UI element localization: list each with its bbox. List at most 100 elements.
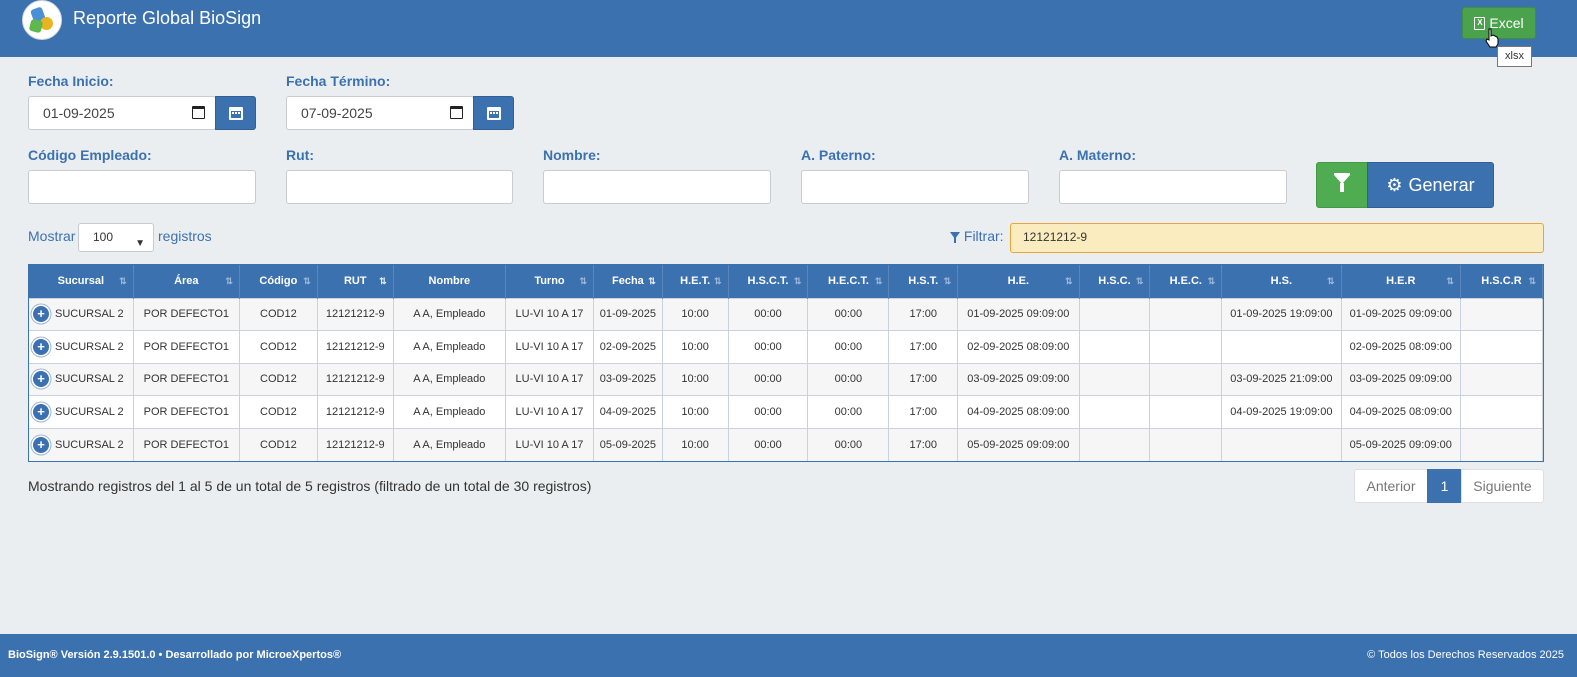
table-cell: 00:00 <box>807 362 890 396</box>
table-cell: 10:00 <box>662 395 729 429</box>
nombre-field[interactable] <box>543 170 771 204</box>
column-header-label: Código <box>259 275 298 288</box>
page-size-select[interactable]: 100 ▼ <box>78 223 154 252</box>
cell-value: 00:00 <box>754 438 782 451</box>
table-cell: 03-09-2025 09:09:00 <box>957 362 1080 396</box>
table-cell: 17:00 <box>888 427 959 461</box>
table-cell: + SUCURSAL 2 <box>29 330 134 364</box>
column-header[interactable]: Nombre <box>393 265 506 298</box>
table-cell: POR DEFECTO1 <box>133 395 240 429</box>
cell-value: A A, Empleado <box>413 406 486 419</box>
column-header[interactable]: H.S.C. ⇅ <box>1079 265 1151 298</box>
table-cell: A A, Empleado <box>393 362 506 396</box>
gears-icon: ⚙ <box>1386 174 1403 195</box>
table-cell: + SUCURSAL 2 <box>29 297 134 331</box>
table-cell: 03-09-2025 21:09:00 <box>1221 362 1342 396</box>
expand-row-icon[interactable]: + <box>33 306 49 323</box>
expand-row-icon[interactable]: + <box>33 338 49 355</box>
table-cell <box>1149 330 1223 364</box>
table-cell: 03-09-2025 <box>593 362 663 396</box>
cell-value: 12121212-9 <box>325 308 385 321</box>
table-cell: 17:00 <box>888 395 959 429</box>
fecha-inicio-label: Fecha Inicio: <box>28 73 114 89</box>
excel-tooltip: xlsx <box>1497 46 1532 67</box>
column-header[interactable]: RUT ⇅ <box>317 265 394 298</box>
table-cell: 10:00 <box>662 427 729 461</box>
column-header[interactable]: Sucursal ⇅ <box>29 265 134 298</box>
table-cell: POR DEFECTO1 <box>133 362 240 396</box>
cell-value: 00:00 <box>834 438 863 451</box>
table-row[interactable]: + SUCURSAL 2 POR DEFECTO1 COD12 12121212-9 A … <box>29 362 1544 396</box>
table-cell: POR DEFECTO1 <box>133 427 240 461</box>
pagination-next[interactable]: Siguiente <box>1461 469 1544 503</box>
column-header[interactable]: H.E.C.T. ⇅ <box>807 265 890 298</box>
table-cell: + SUCURSAL 2 <box>29 362 134 396</box>
fecha-inicio-input[interactable]: 01-09-2025 <box>28 96 216 130</box>
filtrar-label-group: Filtrar: <box>950 228 1004 244</box>
codigo-empleado-field[interactable] <box>28 170 256 204</box>
column-header[interactable]: Código ⇅ <box>239 265 318 298</box>
table-cell <box>1079 395 1151 429</box>
table-cell: 04-09-2025 08:09:00 <box>957 395 1080 429</box>
filter-toggle-button[interactable] <box>1316 162 1368 208</box>
table-cell: 00:00 <box>728 395 809 429</box>
column-header[interactable]: Área ⇅ <box>133 265 240 298</box>
paterno-field[interactable] <box>801 170 1029 204</box>
column-header[interactable]: H.S.T. ⇅ <box>888 265 959 298</box>
fecha-inicio-calendar-button[interactable] <box>215 96 256 130</box>
table-cell: 10:00 <box>662 330 729 364</box>
table-cell: 00:00 <box>728 427 809 461</box>
date-picker-icon[interactable] <box>192 106 205 119</box>
column-header[interactable]: Turno ⇅ <box>505 265 595 298</box>
table-cell: LU-VI 10 A 17 <box>505 330 595 364</box>
column-header[interactable]: H.S.C.R ⇅ <box>1460 265 1544 298</box>
excel-export-button[interactable]: X Excel <box>1462 7 1536 39</box>
column-header[interactable]: H.S.C.T. ⇅ <box>728 265 809 298</box>
table-row[interactable]: + SUCURSAL 2 POR DEFECTO1 COD12 12121212-9 A … <box>29 297 1544 331</box>
materno-field[interactable] <box>1059 170 1287 204</box>
table-cell: A A, Empleado <box>393 427 506 461</box>
cell-value: 10:00 <box>681 406 709 419</box>
fecha-termino-input[interactable]: 07-09-2025 <box>286 96 474 130</box>
date-picker-icon[interactable] <box>450 106 463 119</box>
table-cell: 10:00 <box>662 362 729 396</box>
table-cell: 10:00 <box>662 297 729 331</box>
column-header-label: Fecha <box>611 275 644 288</box>
expand-row-icon[interactable]: + <box>33 371 49 388</box>
column-header[interactable]: H.E. ⇅ <box>957 265 1080 298</box>
table-cell: A A, Empleado <box>393 330 506 364</box>
cell-value: 00:00 <box>834 308 863 321</box>
footer-copyright: © Todos los Derechos Reservados 2025 <box>1367 649 1564 661</box>
table-cell <box>1460 427 1544 461</box>
generar-label: Generar <box>1408 174 1475 195</box>
fecha-termino-calendar-button[interactable] <box>473 96 514 130</box>
table-search-input[interactable]: 12121212-9 <box>1010 223 1544 253</box>
table-cell: 00:00 <box>728 330 809 364</box>
table-cell: 02-09-2025 08:09:00 <box>957 330 1080 364</box>
sort-icon: ⇅ <box>1065 276 1072 286</box>
table-cell: COD12 <box>239 362 318 396</box>
cell-value: LU-VI 10 A 17 <box>515 373 584 386</box>
expand-row-icon[interactable]: + <box>33 404 49 421</box>
fecha-termino-value: 07-09-2025 <box>301 105 373 121</box>
rut-field[interactable] <box>286 170 513 204</box>
column-header[interactable]: H.S. ⇅ <box>1221 265 1342 298</box>
expand-row-icon[interactable]: + <box>33 436 49 453</box>
table-search-value: 12121212-9 <box>1023 230 1088 244</box>
cell-value: 12121212-9 <box>325 438 385 451</box>
cell-value: A A, Empleado <box>413 438 486 451</box>
column-header-label: H.S. <box>1270 275 1293 288</box>
column-header[interactable]: H.E.R ⇅ <box>1341 265 1461 298</box>
table-row[interactable]: + SUCURSAL 2 POR DEFECTO1 COD12 12121212-9 A … <box>29 330 1544 364</box>
table-row[interactable]: + SUCURSAL 2 POR DEFECTO1 COD12 12121212-9 A … <box>29 427 1544 461</box>
pagination-previous[interactable]: Anterior <box>1354 469 1428 503</box>
cell-value: A A, Empleado <box>413 373 486 386</box>
cell-value: COD12 <box>260 406 297 419</box>
table-row[interactable]: + SUCURSAL 2 POR DEFECTO1 COD12 12121212-9 A … <box>29 395 1544 429</box>
cell-value: LU-VI 10 A 17 <box>515 308 584 321</box>
column-header[interactable]: Fecha ⇅ <box>593 265 663 298</box>
column-header[interactable]: H.E.C. ⇅ <box>1149 265 1223 298</box>
column-header[interactable]: H.E.T. ⇅ <box>662 265 729 298</box>
pagination-page-1[interactable]: 1 <box>1427 469 1462 503</box>
generar-button[interactable]: ⚙ Generar <box>1367 162 1494 208</box>
